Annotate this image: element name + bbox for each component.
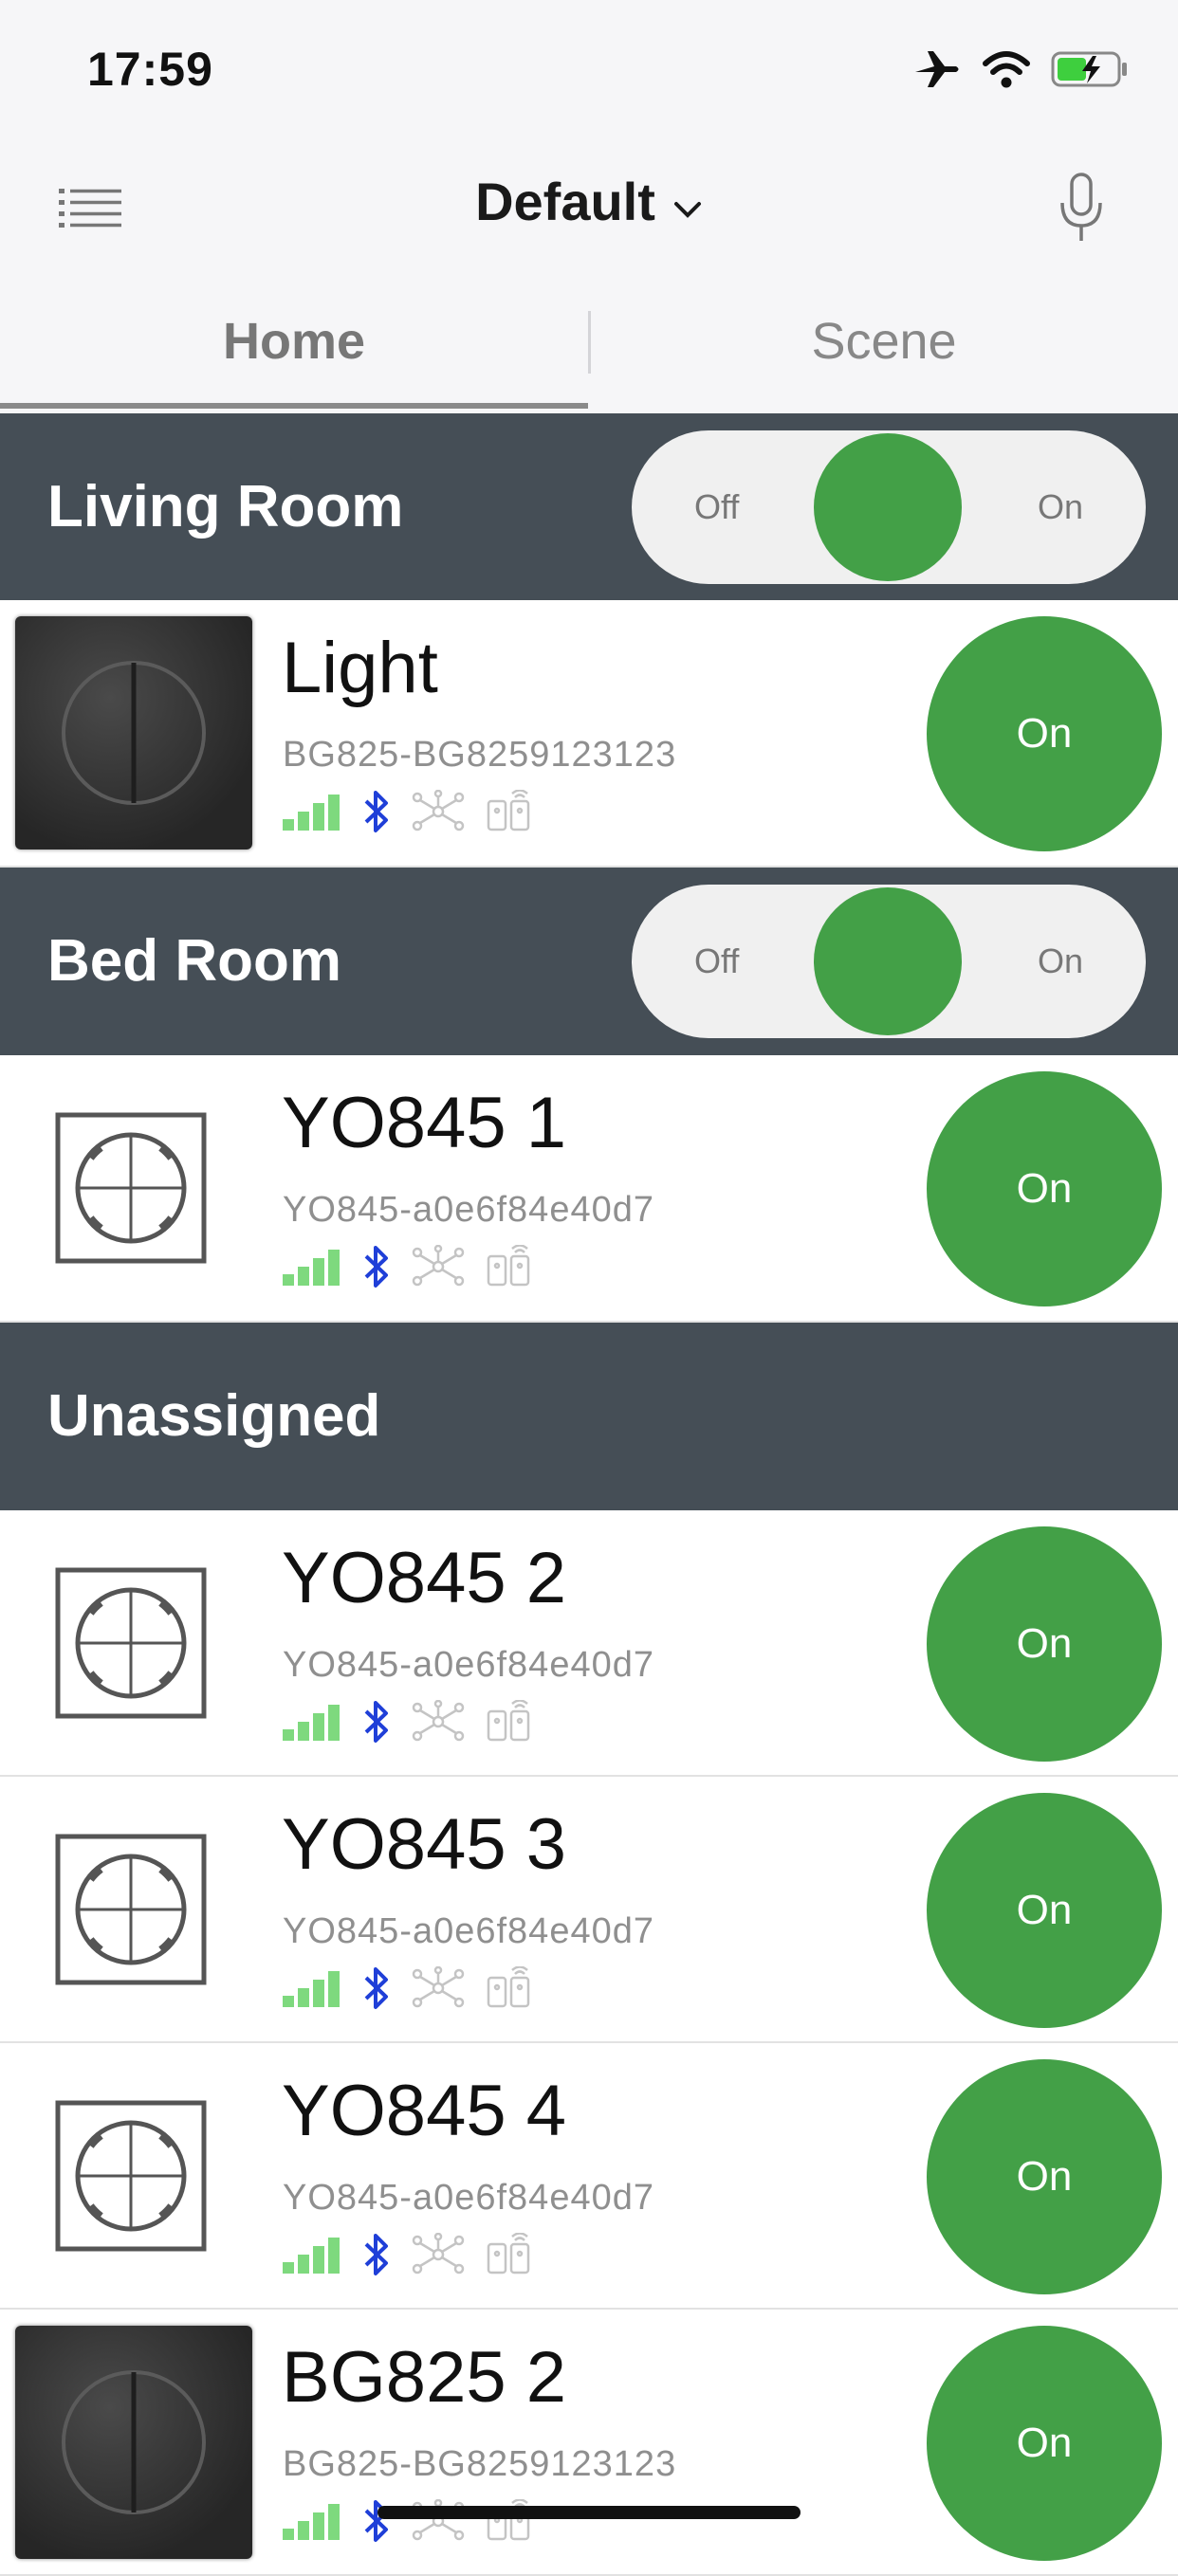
mesh-network-icon (412, 1244, 465, 1293)
mesh-network-icon (412, 1699, 465, 1748)
connectivity-icons (283, 2231, 539, 2283)
device-power-button[interactable]: On (927, 1793, 1162, 2028)
remote-gateway-icon (486, 788, 539, 838)
mesh-network-icon (412, 2232, 465, 2281)
device-id: YO845-a0e6f84e40d7 (283, 2178, 654, 2218)
bluetooth-icon (362, 1698, 391, 1750)
device-name: YO845 3 (282, 1804, 566, 1885)
device-name: Light (282, 628, 438, 708)
dark-switch-icon (15, 2326, 252, 2559)
section-header: Unassigned (0, 1323, 1178, 1510)
section-header: Bed Room Off On (0, 868, 1178, 1055)
bluetooth-icon (362, 1243, 391, 1295)
connectivity-icons (283, 788, 539, 840)
home-selector-dropdown[interactable]: Default (475, 171, 703, 232)
room-master-toggle[interactable]: Off On (632, 885, 1146, 1038)
device-power-button[interactable]: On (927, 2059, 1162, 2294)
signal-strength-icon (283, 1969, 341, 2012)
device-name: BG825 2 (282, 2337, 566, 2418)
room-master-toggle[interactable]: Off On (632, 430, 1146, 584)
outline-switch-icon (55, 1834, 207, 1985)
bluetooth-icon (362, 2497, 391, 2549)
device-id: BG825-BG8259123123 (283, 2444, 677, 2484)
device-row[interactable]: YO845 4 YO845-a0e6f84e40d7 On (0, 2043, 1178, 2310)
connectivity-icons (283, 1243, 539, 1295)
dark-switch-icon (15, 616, 252, 850)
toggle-knob[interactable] (814, 433, 962, 581)
outline-switch-icon (55, 1567, 207, 1719)
toggle-on-label: On (1037, 487, 1083, 526)
status-time: 17:59 (87, 43, 213, 96)
remote-gateway-icon (486, 1243, 539, 1293)
section-header: Living Room Off On (0, 413, 1178, 601)
device-power-button[interactable]: On (927, 1071, 1162, 1306)
signal-strength-icon (283, 2502, 341, 2545)
device-power-button[interactable]: On (927, 616, 1162, 851)
toggle-off-label: Off (694, 487, 740, 526)
device-row[interactable]: YO845 3 YO845-a0e6f84e40d7 On (0, 1777, 1178, 2043)
tab-home[interactable]: Home (0, 294, 588, 398)
connectivity-icons (283, 1964, 539, 2017)
battery-charging-icon (1051, 50, 1129, 93)
toggle-off-label: Off (694, 941, 740, 980)
chevron-down-icon (672, 171, 703, 232)
bluetooth-icon (362, 2231, 391, 2283)
device-row[interactable]: YO845 1 YO845-a0e6f84e40d7 On (0, 1055, 1178, 1323)
remote-gateway-icon (486, 1964, 539, 2015)
device-id: YO845-a0e6f84e40d7 (283, 1645, 654, 1685)
home-indicator (377, 2506, 801, 2519)
device-row[interactable]: Light BG825-BG8259123123 On (0, 600, 1178, 868)
connectivity-icons (283, 1698, 539, 1750)
remote-gateway-icon (486, 1698, 539, 1748)
section-title: Living Room (47, 474, 404, 539)
signal-strength-icon (283, 1248, 341, 1290)
device-name: YO845 2 (282, 1538, 566, 1618)
device-name: YO845 4 (282, 2071, 566, 2151)
wifi-icon (983, 50, 1030, 93)
toggle-on-label: On (1037, 941, 1083, 980)
device-row[interactable]: BG825 2 BG825-BG8259123123 On (0, 2310, 1178, 2576)
bluetooth-icon (362, 788, 391, 840)
bluetooth-icon (362, 1964, 391, 2017)
tab-scene[interactable]: Scene (590, 294, 1178, 398)
section-title: Bed Room (47, 928, 341, 994)
airplane-icon (912, 48, 962, 95)
mesh-network-icon (412, 1965, 465, 2015)
device-id: YO845-a0e6f84e40d7 (283, 1911, 654, 1951)
signal-strength-icon (283, 2236, 341, 2278)
remote-gateway-icon (486, 2231, 539, 2281)
outline-switch-icon (55, 1112, 207, 1264)
page-title: Default (475, 172, 655, 231)
section-title: Unassigned (47, 1383, 381, 1449)
device-row[interactable]: YO845 2 YO845-a0e6f84e40d7 On (0, 1510, 1178, 1777)
mesh-network-icon (412, 789, 465, 838)
signal-strength-icon (283, 1703, 341, 1745)
device-power-button[interactable]: On (927, 2326, 1162, 2561)
device-id: BG825-BG8259123123 (283, 735, 677, 775)
outline-switch-icon (55, 2100, 207, 2252)
status-icons (912, 47, 1129, 95)
device-name: YO845 1 (282, 1083, 566, 1163)
active-tab-indicator (0, 403, 588, 409)
signal-strength-icon (283, 793, 341, 835)
toggle-knob[interactable] (814, 887, 962, 1035)
device-power-button[interactable]: On (927, 1526, 1162, 1762)
microphone-icon[interactable] (1053, 171, 1110, 247)
device-id: YO845-a0e6f84e40d7 (283, 1190, 654, 1230)
